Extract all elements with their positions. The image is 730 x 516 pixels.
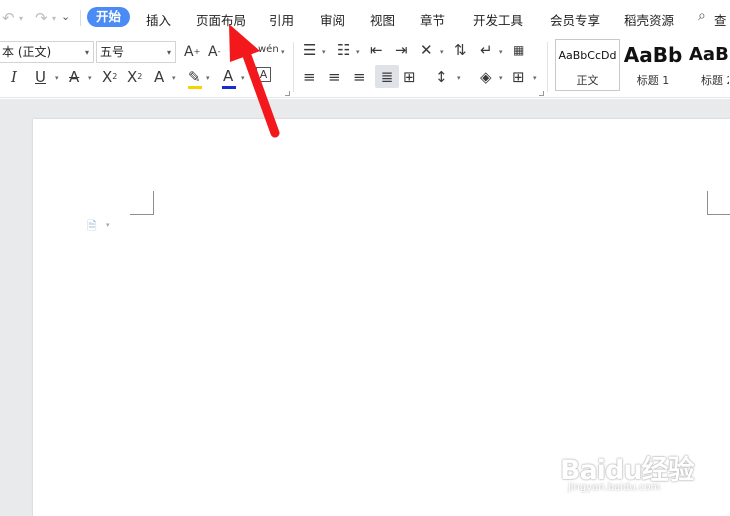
align-right-icon[interactable]: ≡ [353, 67, 366, 87]
chevron-down-icon[interactable]: ▾ [172, 74, 176, 82]
sort-icon[interactable]: ⇅ [454, 40, 467, 60]
chevron-down-icon[interactable]: ▾ [499, 48, 503, 56]
font-size-value: 五号 [100, 45, 125, 59]
bullet-list-icon[interactable]: ☰ [303, 40, 316, 60]
tab-view[interactable]: 视图 [370, 10, 395, 29]
tab-member-exclusive[interactable]: 会员专享 [550, 10, 600, 29]
chevron-down-icon[interactable]: ▾ [88, 74, 92, 82]
redo-dropdown-icon[interactable]: ▾ [52, 14, 56, 23]
decrease-indent-icon[interactable]: ⇤ [370, 40, 383, 60]
subscript-icon[interactable]: X2 [127, 67, 142, 87]
undo-icon[interactable]: ↶ [2, 9, 15, 27]
align-center-icon[interactable]: ≡ [328, 67, 341, 87]
tab-developer-tools[interactable]: 开发工具 [473, 10, 523, 29]
margin-mark-top-left [130, 191, 154, 215]
tab-references[interactable]: 引用 [269, 10, 294, 29]
line-spacing-icon[interactable]: ↕ [435, 67, 448, 87]
font-name-value: 本 (正文) [2, 45, 52, 59]
font-name-combo[interactable]: 本 (正文) ▾ [0, 41, 94, 63]
undo-dropdown-icon[interactable]: ▾ [19, 14, 23, 23]
font-size-combo[interactable]: 五号 ▾ [96, 41, 176, 63]
style-sample: AaB [689, 44, 729, 65]
shading-icon[interactable]: ◈ [480, 67, 492, 87]
style-name: 正文 [576, 74, 599, 87]
redo-icon[interactable]: ↷ [35, 9, 48, 27]
strikethrough-icon[interactable]: A [69, 67, 79, 87]
chevron-down-icon[interactable]: ▾ [499, 74, 503, 82]
tab-review[interactable]: 审阅 [320, 10, 345, 29]
paragraph-handle-icon[interactable]: 🗎 [87, 217, 97, 238]
chinese-layout-icon[interactable]: ✕ [420, 40, 433, 60]
highlight-color-bar [188, 86, 202, 89]
increase-indent-icon[interactable]: ⇥ [395, 40, 408, 60]
highlight-pen-icon[interactable]: ✎ [188, 67, 201, 87]
style-sample: AaBbCcDd [558, 49, 617, 62]
search-label[interactable]: 查 [714, 10, 727, 29]
chevron-down-icon[interactable]: ▾ [356, 48, 360, 56]
tab-docer-resources[interactable]: 稻壳资源 [624, 10, 674, 29]
superscript-icon[interactable]: X2 [102, 67, 117, 87]
italic-icon[interactable]: I [11, 67, 17, 87]
chevron-down-icon[interactable]: ▾ [206, 74, 210, 82]
font-color-bar [222, 86, 236, 89]
table-tools-icon[interactable]: ▦ [513, 40, 524, 60]
style-name: 标题 1 [636, 74, 670, 87]
tab-section[interactable]: 章节 [420, 10, 445, 29]
style-heading-2[interactable]: AaB 标题 2 [686, 39, 730, 91]
align-left-icon[interactable]: ≡ [303, 67, 316, 87]
tab-insert[interactable]: 插入 [146, 10, 171, 29]
chevron-down-icon[interactable]: ▾ [85, 43, 89, 62]
text-effect-icon[interactable]: A [154, 67, 164, 87]
customize-quick-access-icon[interactable]: ⌄ [61, 10, 70, 23]
chevron-down-icon[interactable]: ▾ [322, 48, 326, 56]
justify-icon[interactable]: ≣ [375, 65, 399, 88]
search-icon[interactable]: ⌕ [698, 8, 706, 24]
underline-icon[interactable]: U [35, 67, 46, 87]
chevron-down-icon[interactable]: ▾ [167, 43, 171, 62]
font-dialog-launcher[interactable] [285, 91, 290, 96]
styles-gallery: AaBbCcDd 正文 AaBb 标题 1 AaB 标题 2 [553, 39, 730, 91]
document-canvas: 🗎 ▾ [0, 99, 730, 516]
menu-separator [80, 10, 81, 26]
menu-bar: ↶ ▾ ↷ ▾ ⌄ 开始 插入 页面布局 引用 审阅 视图 章节 开发工具 会员… [0, 0, 730, 36]
chevron-down-icon[interactable]: ▾ [533, 74, 537, 82]
shrink-font-icon[interactable]: A- [208, 42, 220, 62]
tab-home[interactable]: 开始 [87, 7, 131, 27]
wps-writer-window: ↶ ▾ ↷ ▾ ⌄ 开始 插入 页面布局 引用 审阅 视图 章节 开发工具 会员… [0, 0, 730, 516]
tab-page-layout[interactable]: 页面布局 [196, 10, 246, 29]
style-normal[interactable]: AaBbCcDd 正文 [555, 39, 620, 91]
margin-mark-top-right [707, 191, 730, 215]
grow-font-icon[interactable]: A + [184, 42, 200, 62]
chevron-down-icon[interactable]: ▾ [457, 74, 461, 82]
font-color-icon[interactable]: A [223, 66, 233, 86]
borders-icon[interactable]: ⊞ [512, 67, 525, 87]
chevron-down-icon[interactable]: ▾ [241, 74, 245, 82]
ribbon-separator [547, 42, 548, 92]
style-name: 标题 2 [701, 74, 729, 87]
chevron-down-icon[interactable]: ▾ [55, 74, 59, 82]
paragraph-dialog-launcher[interactable] [539, 91, 544, 96]
pinyin-label: wén [258, 44, 279, 55]
ribbon-separator [293, 42, 294, 92]
style-heading-1[interactable]: AaBb 标题 1 [621, 39, 685, 91]
show-hide-marks-icon[interactable]: ↵ [480, 40, 493, 60]
distributed-align-icon[interactable]: ⊞ [403, 67, 416, 87]
pinyin-guide-icon[interactable]: wén [258, 40, 279, 60]
numbered-list-icon[interactable]: ☷ [337, 40, 350, 60]
chevron-down-icon[interactable]: ▾ [106, 221, 110, 229]
chevron-down-icon[interactable]: ▾ [440, 48, 444, 56]
character-border-icon[interactable]: A [256, 67, 271, 82]
clear-format-icon[interactable]: ⌫ [232, 42, 250, 62]
document-page[interactable]: 🗎 ▾ [33, 119, 730, 516]
chevron-down-icon[interactable]: ▾ [281, 48, 285, 56]
style-sample: AaBb [623, 43, 683, 67]
